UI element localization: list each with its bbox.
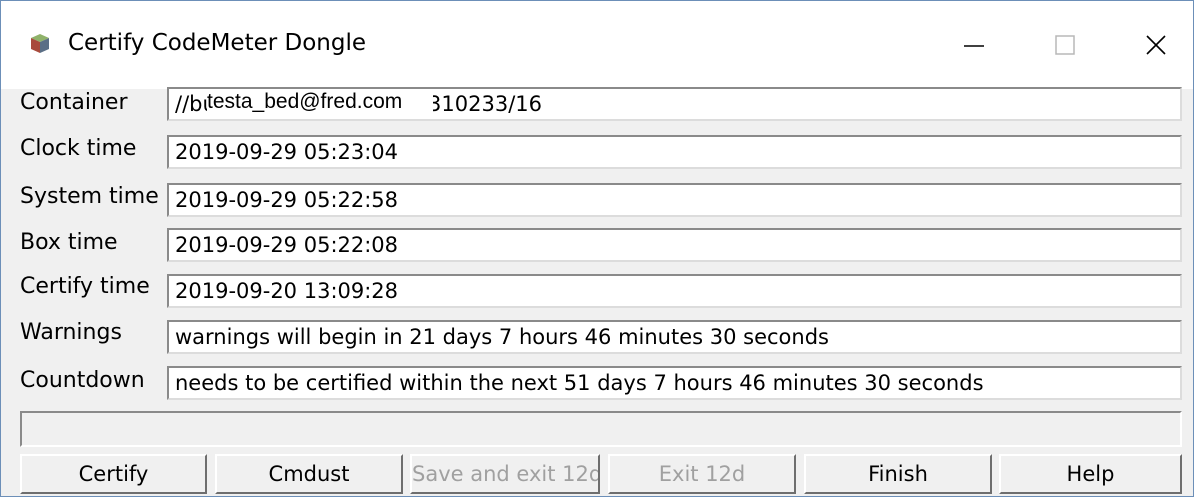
codemeter-app-icon — [31, 34, 49, 53]
system-time-label: System time — [20, 184, 159, 209]
clock-time-label: Clock time — [20, 136, 137, 161]
window-title: Certify CodeMeter Dongle — [68, 30, 367, 56]
countdown-field[interactable]: needs to be certified within the next 51… — [167, 366, 1182, 400]
exit-12d-button[interactable]: Exit 12d — [608, 454, 796, 494]
certify-time-label: Certify time — [20, 274, 150, 299]
certify-dialog-window: Certify CodeMeter Dongle Container //bui… — [0, 0, 1194, 497]
clock-time-field[interactable]: 2019-09-29 05:23:04 — [167, 135, 1182, 169]
system-time-field[interactable]: 2019-09-29 05:22:58 — [167, 183, 1182, 217]
cmdust-button[interactable]: Cmdust — [215, 454, 403, 494]
certify-button[interactable]: Certify — [20, 454, 207, 494]
close-icon — [1146, 35, 1166, 55]
minimize-icon — [964, 45, 984, 47]
help-button[interactable]: Help — [999, 454, 1182, 494]
box-time-label: Box time — [20, 230, 118, 255]
status-bar — [20, 411, 1182, 447]
container-label: Container — [20, 90, 128, 115]
countdown-label: Countdown — [20, 368, 145, 393]
finish-button[interactable]: Finish — [804, 454, 992, 494]
minimize-button[interactable] — [946, 17, 1002, 73]
box-time-field[interactable]: 2019-09-29 05:22:08 — [167, 228, 1182, 262]
maximize-icon — [1055, 35, 1075, 55]
title-bar[interactable]: Certify CodeMeter Dongle — [1, 1, 1193, 89]
save-and-exit-button[interactable]: Save and exit 12d — [410, 454, 600, 494]
close-button[interactable] — [1128, 17, 1184, 73]
warnings-field[interactable]: warnings will begin in 21 days 7 hours 4… — [167, 320, 1182, 354]
maximize-button[interactable] — [1037, 17, 1093, 73]
warnings-label: Warnings — [20, 320, 122, 345]
redaction-overlay-email: testa_bed@fred.com — [207, 91, 433, 113]
certify-time-field[interactable]: 2019-09-20 13:09:28 — [167, 274, 1182, 308]
